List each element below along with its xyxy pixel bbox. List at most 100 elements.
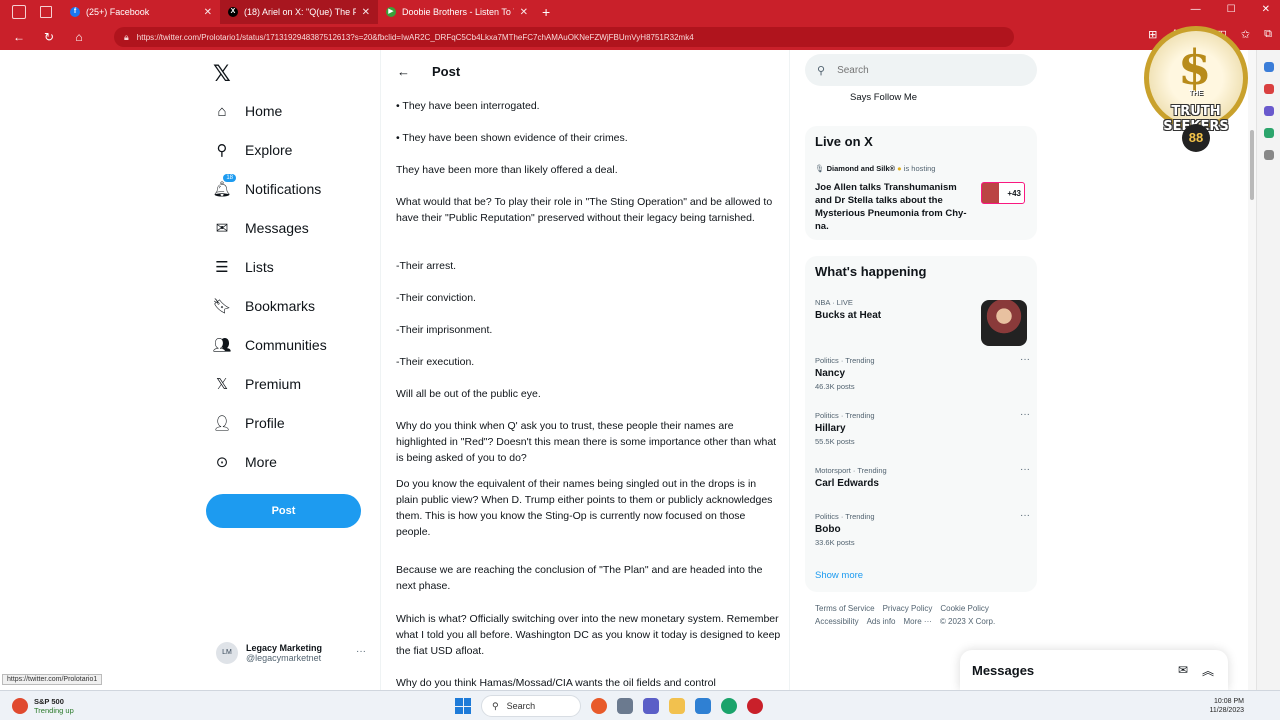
refresh-icon[interactable]: ↻ — [34, 30, 64, 44]
sidebar-add-icon[interactable] — [1263, 150, 1274, 160]
nav-item-label: Home — [245, 103, 283, 119]
trend-item[interactable]: NBA · LIVE Bucks at Heat — [815, 298, 1030, 321]
post-paragraph: -Their arrest. — [396, 260, 457, 272]
nav-item-home[interactable]: ⌂ Home — [212, 96, 282, 126]
sidebar-tools-icon[interactable] — [1263, 106, 1274, 116]
trend-item[interactable]: Politics · Trending Nancy 46.3K posts ··… — [815, 354, 1030, 391]
task-view-icon[interactable] — [617, 698, 633, 714]
nav-item-more[interactable]: ⊙ More — [212, 447, 277, 477]
trend-more-icon[interactable]: ··· — [1020, 464, 1030, 475]
trend-item[interactable]: Politics · Trending Bobo 33.6K posts ··· — [815, 510, 1030, 547]
trend-topic: Bobo — [815, 524, 841, 535]
nav-item-explore[interactable]: ⚲ Explore — [212, 135, 293, 165]
taskbar-search[interactable]: ⚲ Search — [481, 695, 581, 717]
live-host-suffix: is hosting — [903, 164, 936, 173]
post-paragraph: • They have been interrogated. — [396, 100, 540, 112]
expand-chevron-icon[interactable]: ︽ — [1202, 662, 1214, 679]
search-box[interactable]: ⚲ — [805, 54, 1037, 86]
nav-item-profile[interactable]: 👤︎ Profile — [212, 408, 285, 438]
host-badge-icon: ● — [897, 164, 902, 173]
trend-meta: NBA · LIVE — [815, 298, 853, 307]
live-heading: Live on X — [815, 134, 873, 149]
windows-start-icon[interactable] — [455, 698, 471, 714]
back-arrow-icon[interactable]: ← — [4, 30, 34, 44]
footer-link[interactable]: Ads info — [867, 617, 896, 626]
search-input[interactable] — [837, 64, 1018, 76]
browser-tab[interactable]: f (25+) Facebook ✕ — [62, 0, 220, 24]
footer-link[interactable]: More ··· — [903, 617, 931, 626]
back-arrow-icon[interactable]: ← — [397, 64, 410, 79]
close-tab-icon[interactable]: ✕ — [362, 7, 370, 18]
nav-item-bookmarks[interactable]: 🔖︎ Bookmarks — [212, 291, 315, 321]
post-paragraph: Do you know the equivalent of their name… — [396, 478, 773, 538]
footer-link[interactable]: Terms of Service — [815, 604, 875, 613]
workspaces-icon[interactable] — [12, 5, 26, 19]
close-tab-icon[interactable]: ✕ — [204, 7, 212, 18]
trend-item[interactable]: Motorsport · Trending Carl Edwards ··· — [815, 464, 1030, 489]
listener-avatars[interactable]: +43 — [981, 182, 1025, 204]
store-app-icon[interactable] — [695, 698, 711, 714]
home-browser-icon[interactable]: ⌂ — [64, 30, 94, 44]
post-paragraph: -Their execution. — [396, 356, 475, 368]
stock-name: S&P 500 — [34, 696, 64, 706]
url-field[interactable]: 🔒︎ https://twitter.com/Prolotario1/statu… — [114, 27, 1014, 47]
footer-link[interactable]: Accessibility — [815, 617, 859, 626]
post-button[interactable]: Post — [206, 494, 361, 528]
teams-app-icon[interactable] — [643, 698, 659, 714]
footer-link[interactable]: Privacy Policy — [883, 604, 933, 613]
system-clock[interactable]: 10:08 PM 11/28/2023 — [1209, 697, 1244, 715]
widgets-app-icon[interactable] — [591, 698, 607, 714]
more-icon: ⊙ — [212, 453, 232, 471]
tab-title: Doobie Brothers - Listen To The — [402, 7, 514, 17]
stock-widget[interactable]: S&P 500 Trending up — [12, 697, 74, 715]
trend-more-icon[interactable]: ··· — [1020, 510, 1030, 521]
trend-more-icon[interactable]: ··· — [1020, 409, 1030, 420]
sidebar-search-icon[interactable] — [1263, 62, 1274, 72]
main-header: ← Post — [381, 50, 789, 92]
footer-link[interactable]: © 2023 X Corp. — [940, 617, 995, 626]
new-message-icon[interactable]: ✉ — [1178, 663, 1188, 677]
collections-icon[interactable]: ⧉ — [1264, 28, 1272, 41]
edge-app-icon[interactable] — [721, 698, 737, 714]
trend-item[interactable]: Politics · Trending Hillary 55.5K posts … — [815, 409, 1030, 446]
live-on-x-card: Live on X 🎙︎ Diamond and Silk® ● is host… — [805, 126, 1037, 240]
nav-item-lists[interactable]: ☰ Lists — [212, 252, 274, 282]
live-space-title[interactable]: Joe Allen talks Transhumanism and Dr Ste… — [815, 181, 975, 233]
minimize-icon[interactable]: — — [1191, 4, 1201, 15]
stock-icon — [12, 697, 28, 714]
maximize-icon[interactable]: ☐ — [1227, 4, 1236, 15]
file-explorer-icon[interactable] — [669, 698, 685, 714]
logo-dollar-icon: $ — [1178, 40, 1212, 96]
trend-more-icon[interactable]: ··· — [1020, 354, 1030, 365]
tab-strip: f (25+) Facebook ✕ X (18) Ariel on X: "Q(… — [62, 0, 536, 24]
show-more-link[interactable]: Show more — [815, 570, 863, 581]
nav-item-messages[interactable]: ✉ Messages — [212, 213, 309, 243]
x-icon-glyph: 𝕏 — [215, 376, 229, 393]
trend-meta: Politics · Trending — [815, 512, 875, 521]
nav-item-premium[interactable]: 𝕏 Premium — [212, 369, 301, 399]
new-tab-icon[interactable]: + — [542, 4, 550, 20]
tab-title: (18) Ariel on X: "Q(ue) The Psyop — [244, 7, 356, 17]
footer-link[interactable]: Cookie Policy — [940, 604, 988, 613]
browser-tab[interactable]: X (18) Ariel on X: "Q(ue) The Psyop ✕ — [220, 0, 378, 24]
x-logo-icon[interactable]: 𝕏 — [213, 62, 231, 87]
account-switcher[interactable]: LM Legacy Marketing @legacymarketnet ··· — [216, 642, 376, 664]
clock-time: 10:08 PM — [1214, 698, 1244, 705]
more-dots-icon[interactable]: ··· — [356, 646, 366, 657]
lock-icon: 🔒︎ — [124, 31, 129, 42]
messages-drawer[interactable]: Messages ✉ ︽ — [960, 650, 1228, 690]
nav-item-communities[interactable]: 👥︎ Communities — [212, 330, 326, 360]
tab-actions-icon[interactable] — [40, 6, 52, 18]
browser-app-icon[interactable] — [747, 698, 763, 714]
nav-item-notifications[interactable]: 🔔︎ 18 Notifications — [212, 174, 321, 204]
browser-tab[interactable]: ▶ Doobie Brothers - Listen To The ✕ — [378, 0, 536, 24]
close-tab-icon[interactable]: ✕ — [520, 7, 528, 18]
nav-item-label: Profile — [245, 415, 285, 431]
close-window-icon[interactable]: ✕ — [1262, 4, 1270, 15]
sidebar-games-icon[interactable] — [1263, 128, 1274, 138]
search-icon-glyph: ⚲ — [216, 142, 228, 159]
listener-count: +43 — [1007, 188, 1021, 198]
page-title: Post — [432, 63, 461, 79]
sidebar-shopping-icon[interactable] — [1263, 84, 1274, 94]
live-host-name: Diamond and Silk® — [826, 164, 896, 173]
